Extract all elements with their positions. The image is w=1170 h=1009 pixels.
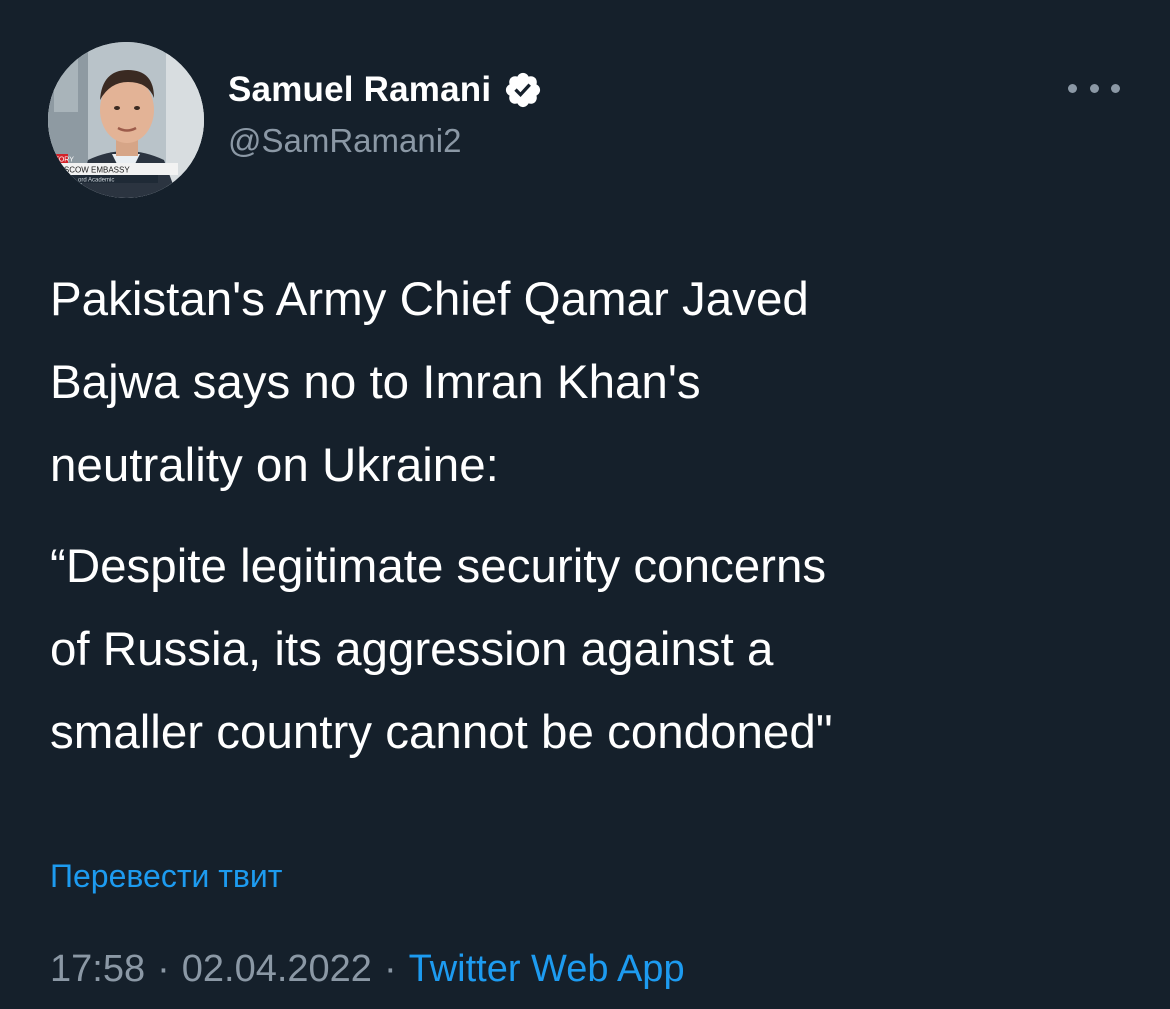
- author-display-name[interactable]: Samuel Ramani: [228, 70, 491, 110]
- meta-separator: ·: [157, 948, 170, 990]
- tweet-metadata: 17:58 · 02.04.2022 · Twitter Web App: [50, 948, 685, 991]
- avatar-ticker-headline: MOSCOW EMBASSY: [51, 166, 130, 175]
- tweet-paragraph: Pakistan's Army Chief Qamar Javed Bajwa …: [50, 273, 809, 492]
- translate-tweet-link[interactable]: Перевести твит: [50, 858, 282, 895]
- tweet-date[interactable]: 02.04.2022: [182, 948, 372, 991]
- more-dot: [1111, 83, 1120, 93]
- tweet-time[interactable]: 17:58: [50, 948, 145, 991]
- tweet-text: Pakistan's Army Chief Qamar Javed Bajwa …: [50, 258, 1140, 774]
- tweet: STORY MOSCOW EMBASSY ord Academic Samuel…: [0, 0, 1170, 1009]
- more-options-icon[interactable]: [1068, 70, 1120, 106]
- avatar[interactable]: STORY MOSCOW EMBASSY ord Academic: [48, 42, 204, 198]
- more-dot: [1068, 83, 1077, 93]
- author-handle[interactable]: @SamRamani2: [228, 122, 461, 160]
- tweet-paragraph: “Despite legitimate security concerns of…: [50, 540, 833, 759]
- avatar-ticker-sub: ord Academic: [78, 178, 114, 184]
- author-name-row: Samuel Ramani: [228, 66, 543, 114]
- avatar-ticker-tag: STORY: [50, 157, 74, 164]
- verified-badge-icon: [503, 70, 543, 110]
- tweet-source-link[interactable]: Twitter Web App: [409, 948, 685, 991]
- more-dot: [1089, 83, 1099, 93]
- meta-separator: ·: [383, 948, 397, 990]
- avatar-image: STORY MOSCOW EMBASSY ord Academic: [48, 42, 204, 198]
